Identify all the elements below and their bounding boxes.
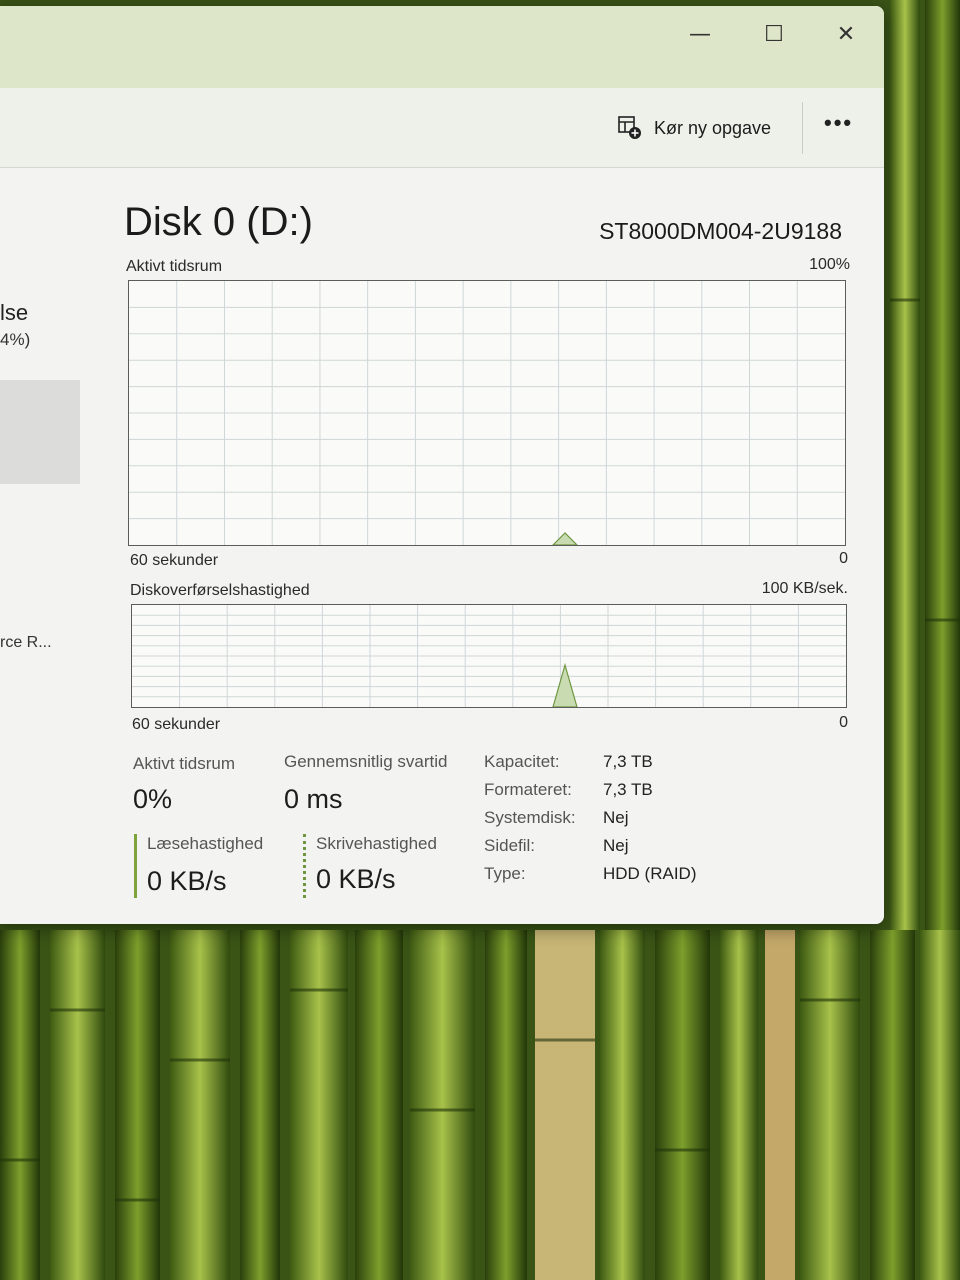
- transfer-rate-graph-label: Diskoverførselshastighed: [130, 582, 310, 599]
- write-speed-label: Skrivehastighed: [316, 834, 437, 853]
- system-disk-value: Nej: [603, 808, 629, 827]
- active-time-stat-label: Aktivt tidsrum: [133, 754, 236, 773]
- capacity-label: Kapacitet:: [484, 752, 560, 771]
- transfer-rate-graph-duration: 60 sekunder: [132, 716, 221, 733]
- type-value: HDD (RAID): [603, 864, 697, 883]
- transfer-rate-graph-min: 0: [839, 714, 848, 731]
- sidebar-item-subtitle: 4%): [0, 330, 31, 349]
- activity-spike: [552, 532, 578, 545]
- formatted-value: 7,3 TB: [603, 780, 653, 799]
- page-file-label: Sidefil:: [484, 836, 536, 855]
- formatted-label: Formateret:: [484, 780, 572, 799]
- active-time-stat-value: 0%: [133, 784, 173, 814]
- read-speed-legend-line: [134, 834, 137, 898]
- activity-spike: [552, 662, 578, 707]
- active-time-graph-min: 0: [839, 550, 848, 567]
- run-new-task-label: Kør ny opgave: [654, 117, 772, 138]
- active-time-graph-max: 100%: [809, 256, 850, 273]
- more-options-button[interactable]: •••: [824, 110, 853, 136]
- active-time-graph-label: Aktivt tidsrum: [126, 258, 223, 275]
- write-speed-legend-line: [303, 834, 306, 898]
- minimize-button[interactable]: —: [670, 14, 730, 54]
- task-manager-window: — ☐ ✕ Kør ny opgave ••• lse 4%) rce R...…: [0, 6, 884, 924]
- capacity-value: 7,3 TB: [603, 752, 653, 771]
- sidebar-item-resource[interactable]: rce R...: [0, 634, 52, 652]
- write-speed-value: 0 KB/s: [316, 864, 396, 894]
- title-bar: — ☐ ✕: [0, 6, 884, 88]
- disk-title: Disk 0 (D:): [124, 200, 313, 244]
- response-time-stat-label: Gennemsnitlig svartid: [284, 752, 448, 771]
- read-speed-value: 0 KB/s: [147, 866, 227, 896]
- performance-sidebar: lse 4%) rce R...: [0, 168, 80, 924]
- response-time-stat-value: 0 ms: [284, 784, 343, 814]
- run-new-task-button[interactable]: Kør ny opgave: [618, 112, 771, 144]
- sidebar-item-title[interactable]: lse: [0, 300, 28, 326]
- new-task-icon: [618, 116, 642, 140]
- toolbar: Kør ny opgave •••: [0, 88, 884, 168]
- toolbar-divider: [802, 102, 803, 154]
- transfer-rate-graph-max: 100 KB/sek.: [761, 580, 848, 597]
- system-disk-label: Systemdisk:: [484, 808, 576, 827]
- active-time-graph-duration: 60 sekunder: [130, 552, 219, 569]
- close-button[interactable]: ✕: [816, 14, 876, 54]
- page-file-value: Nej: [603, 836, 629, 855]
- sidebar-item-selected[interactable]: [0, 380, 80, 484]
- transfer-rate-graph: [131, 604, 847, 708]
- disk-model: ST8000DM004-2U9188: [599, 218, 842, 244]
- maximize-button[interactable]: ☐: [744, 14, 804, 54]
- read-speed-label: Læsehastighed: [147, 834, 264, 853]
- type-label: Type:: [484, 864, 526, 883]
- active-time-graph: [128, 280, 846, 546]
